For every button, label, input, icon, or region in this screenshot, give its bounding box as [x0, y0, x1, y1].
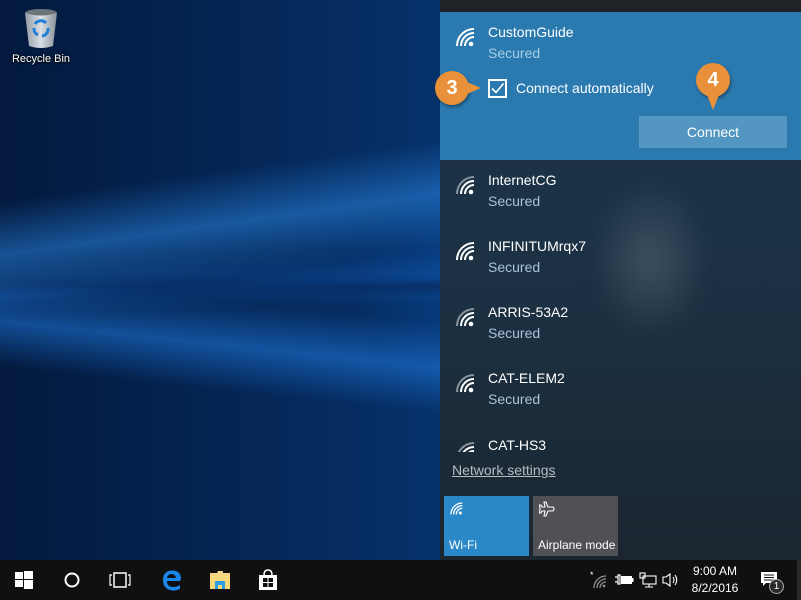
wifi-signal-icon — [456, 176, 475, 195]
file-explorer-icon — [210, 571, 230, 589]
store-icon — [259, 569, 277, 590]
edge-taskbar-button[interactable] — [148, 560, 196, 600]
network-icon — [639, 572, 657, 588]
cortana-button[interactable] — [48, 560, 96, 600]
network-status: Secured — [488, 193, 541, 209]
show-desktop-button[interactable] — [797, 560, 801, 600]
store-taskbar-button[interactable] — [244, 560, 292, 600]
wifi-tray-button[interactable]: * — [590, 570, 608, 590]
task-view-button[interactable] — [96, 560, 144, 600]
start-button[interactable] — [0, 560, 48, 600]
network-status: Secured — [488, 325, 541, 341]
network-name: CAT-HS3 — [488, 437, 547, 452]
connect-button[interactable]: Connect — [639, 116, 787, 148]
clock-date: 8/2/2016 — [691, 581, 739, 595]
edge-browser-icon — [163, 570, 181, 591]
step-callout-4: 4 — [696, 63, 730, 110]
volume-icon — [662, 572, 678, 588]
wifi-signal-icon — [456, 308, 475, 327]
taskbar-clock[interactable]: 9:00 AM 8/2/2016 — [685, 563, 745, 597]
wifi-toggle-tile[interactable]: Wi-Fi — [444, 496, 529, 556]
recycle-bin-label: Recycle Bin — [11, 53, 71, 65]
wifi-tile-label: Wi-Fi — [449, 538, 477, 552]
network-flyout: CustomGuide Secured Connect automaticall… — [440, 0, 801, 560]
network-name: ARRIS-53A2 — [488, 304, 569, 320]
airplane-icon — [538, 501, 555, 517]
network-item-partial[interactable]: CAT-HS3 — [440, 432, 801, 452]
file-explorer-taskbar-button[interactable] — [196, 560, 244, 600]
network-name: INFINITUMrqx7 — [488, 238, 586, 254]
step-callout-3: 3 — [435, 71, 481, 105]
wifi-icon — [450, 502, 463, 515]
volume-tray-button[interactable] — [662, 570, 680, 590]
network-item[interactable]: INFINITUMrqx7 Secured — [440, 228, 801, 294]
clock-time: 9:00 AM — [692, 564, 738, 578]
network-item[interactable]: InternetCG Secured — [440, 162, 801, 228]
cortana-search-icon — [64, 572, 80, 588]
airplane-mode-tile[interactable]: Airplane mode — [533, 496, 618, 556]
network-name: CAT-ELEM2 — [488, 370, 565, 386]
network-item[interactable]: CAT-ELEM2 Secured — [440, 360, 801, 426]
checkmark-icon — [491, 82, 505, 94]
network-name: InternetCG — [488, 172, 557, 188]
network-tray-button[interactable] — [639, 570, 657, 590]
svg-text:*: * — [590, 571, 594, 580]
network-status: Secured — [488, 45, 541, 61]
network-status: Secured — [488, 391, 541, 407]
task-view-icon — [109, 572, 131, 588]
network-item[interactable]: ARRIS-53A2 Secured — [440, 294, 801, 360]
desktop-icon-recycle-bin[interactable]: Recycle Bin — [6, 6, 76, 65]
connect-automatically-checkbox[interactable]: Connect automatically — [488, 78, 654, 98]
battery-plugged-icon — [615, 574, 634, 585]
network-status: Secured — [488, 259, 541, 275]
wifi-signal-icon — [456, 28, 475, 47]
network-name: CustomGuide — [488, 24, 574, 40]
wifi-signal-icon — [456, 242, 475, 261]
taskbar: * 9:00 AM 8/2/2016 — [0, 560, 801, 600]
wifi-available-icon: * — [590, 571, 607, 589]
battery-tray-button[interactable] — [614, 570, 634, 590]
airplane-tile-label: Airplane mode — [538, 538, 616, 552]
network-settings-link[interactable]: Network settings — [452, 462, 555, 478]
windows-start-icon — [15, 571, 33, 589]
wifi-signal-icon — [457, 442, 475, 452]
wifi-signal-icon — [456, 374, 475, 393]
checkbox-checked[interactable] — [488, 78, 507, 98]
notification-count-badge: 1 — [769, 579, 784, 594]
connect-automatically-label: Connect automatically — [516, 80, 654, 96]
recycle-bin-icon — [25, 9, 57, 48]
network-item-selected[interactable]: CustomGuide Secured Connect automaticall… — [440, 12, 801, 160]
